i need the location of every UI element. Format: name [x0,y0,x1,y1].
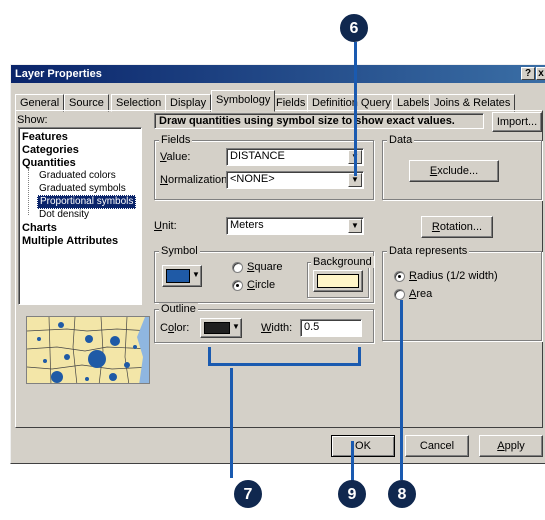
tab-symbology[interactable]: Symbology [211,90,276,112]
normalization-label: Normalization: [160,174,231,186]
chevron-down-icon[interactable]: ▼ [348,219,362,233]
circle-label: Circle [247,279,276,291]
map-thumbnail [27,317,149,383]
symbol-color-picker[interactable]: ▼ [162,265,202,287]
symbology-preview-map [26,316,150,384]
background-color-button[interactable] [313,270,363,292]
outline-color-picker[interactable]: ▼ [200,318,242,338]
layer-properties-dialog: Layer Properties ? x General Source Sele… [10,64,545,464]
unit-dropdown[interactable]: Meters ▼ [226,217,364,235]
outline-group-label: Outline [159,303,198,315]
cancel-button[interactable]: Cancel [405,435,469,457]
data-represents-group [382,251,542,341]
rotation-button[interactable]: Rotation... [421,216,493,238]
value-label: Value: [160,151,191,163]
square-radio[interactable] [232,262,243,273]
callout-7-line [230,368,233,478]
symbology-panel: Show: Features Categories Quantities Gra… [15,110,543,428]
callout-7: 7 [234,480,262,508]
exclude-button[interactable]: Exclude... [409,160,499,182]
apply-button[interactable]: Apply [479,435,543,457]
callout-9-line [351,441,354,481]
symbol-group-label: Symbol [159,245,200,257]
tree-item-features[interactable]: Features [22,131,68,143]
outline-color-swatch [204,322,230,334]
show-tree[interactable]: Features Categories Quantities Graduated… [18,127,142,305]
circle-radio[interactable] [232,280,243,291]
fields-group-label: Fields [159,134,193,146]
tree-item-charts[interactable]: Charts [22,222,57,234]
show-label: Show: [17,114,48,126]
background-color-swatch [317,274,359,288]
chevron-down-icon: ▼ [192,270,200,279]
ok-button[interactable]: OK [331,435,395,457]
tree-item-categories[interactable]: Categories [22,144,79,156]
tree-item-quantities[interactable]: Quantities [22,157,76,169]
normalization-dropdown[interactable]: <NONE> ▼ [226,171,364,189]
callout-6: 6 [340,14,368,42]
outline-color-label: Color: [160,322,190,334]
square-label: Square [247,261,283,273]
data-group-label: Data [387,134,415,146]
outline-width-input[interactable]: 0.5 [300,319,362,337]
close-icon[interactable]: x [536,67,545,80]
radius-radio[interactable] [394,271,405,282]
area-radio[interactable] [394,289,405,300]
callout-7-connector [210,363,360,366]
tree-connector [28,169,29,215]
callout-7-tick [358,347,361,366]
chevron-down-icon: ▼ [232,322,240,331]
callout-7-tick-left [208,347,211,366]
tree-item-graduated-symbols[interactable]: Graduated symbols [39,183,126,195]
callout-8-line [400,300,403,480]
tree-item-graduated-colors[interactable]: Graduated colors [39,170,116,182]
title-bar: Layer Properties ? x [11,65,545,83]
value-dropdown[interactable]: DISTANCE ▼ [226,148,364,166]
unit-label: Unit: [154,220,177,232]
symbology-description: Draw quantities using symbol size to sho… [154,113,484,129]
background-label: Background [311,256,374,268]
callout-9: 9 [338,480,366,508]
tree-item-dot-density[interactable]: Dot density [39,209,89,221]
width-label: Width: [261,322,293,334]
callout-6-line [354,42,357,176]
symbol-color-swatch [166,269,190,283]
help-icon[interactable]: ? [521,67,535,80]
radius-label: Radius (1/2 width) [409,270,498,282]
callout-8: 8 [388,480,416,508]
window-title: Layer Properties [15,68,102,80]
area-label: Area [409,288,433,300]
tree-item-proportional-symbols[interactable]: Proportional symbols [37,195,137,209]
tree-item-multiple-attributes[interactable]: Multiple Attributes [22,235,118,247]
data-represents-label: Data represents [387,245,470,257]
import-button[interactable]: Import... [492,112,542,132]
